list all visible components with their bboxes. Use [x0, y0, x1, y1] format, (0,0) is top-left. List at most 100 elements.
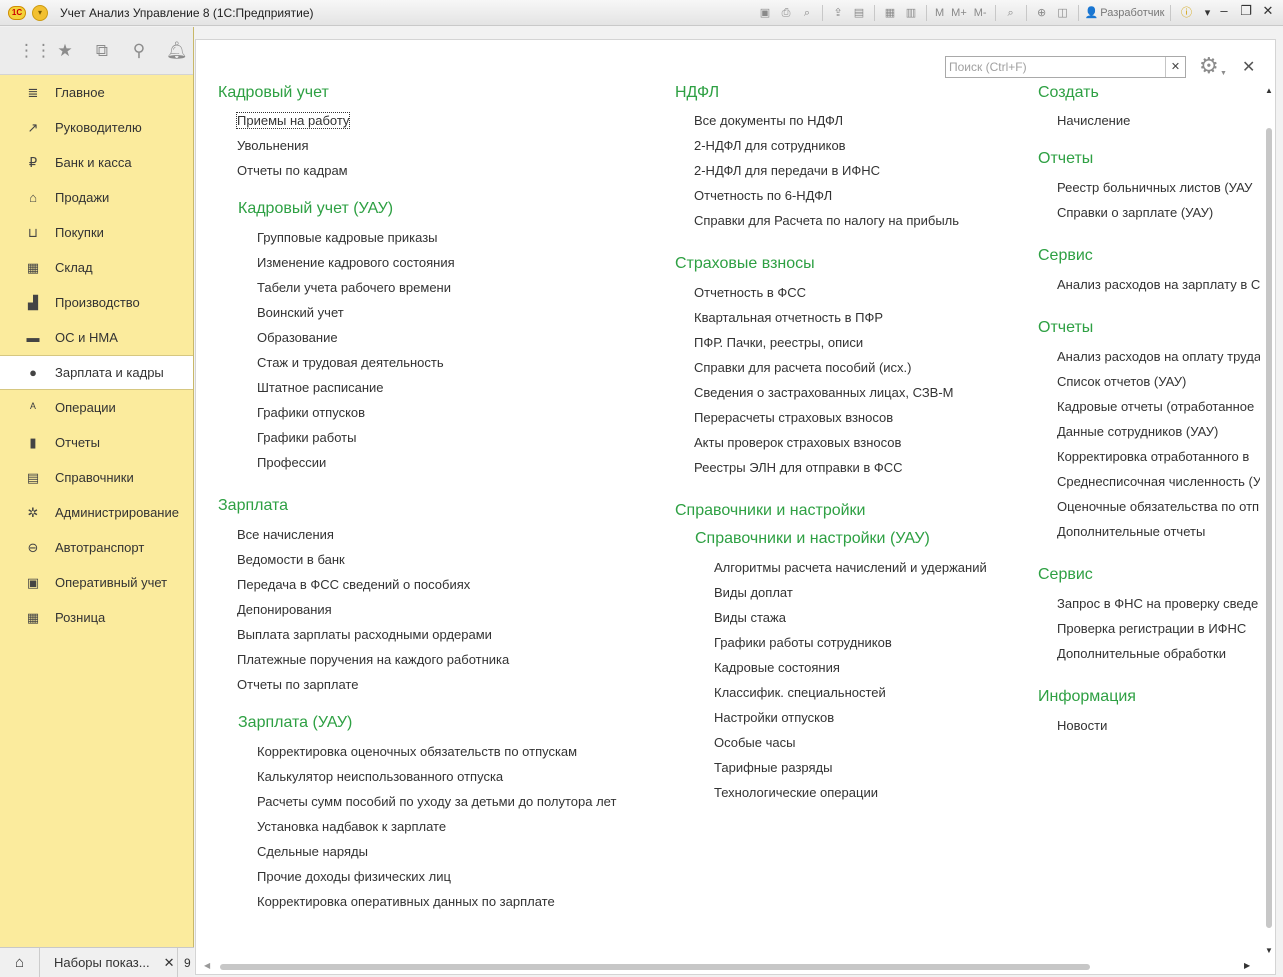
memory-minus-button[interactable]: M-	[972, 7, 989, 19]
save-icon[interactable]: ▣	[756, 4, 774, 21]
sidebar-item[interactable]: ⌂ Продажи	[0, 180, 193, 215]
sidebar-item[interactable]: ✲ Администрирование	[0, 495, 193, 530]
sidebar-item[interactable]: ↗ Руководителю	[0, 110, 193, 145]
command-link[interactable]: Данные сотрудников (УАУ)	[1057, 419, 1260, 444]
command-link[interactable]: 2-НДФЛ для передачи в ИФНС	[694, 158, 987, 183]
memory-button[interactable]: M	[933, 7, 946, 19]
command-link[interactable]: Виды доплат	[714, 580, 987, 605]
command-link[interactable]: Табели учета рабочего времени	[257, 275, 616, 300]
main-menu-button[interactable]: ▾	[32, 4, 48, 21]
search-input[interactable]	[946, 57, 1165, 77]
command-link[interactable]: Оценочные обязательства по отп	[1057, 494, 1260, 519]
close-icon[interactable]: ✕	[164, 955, 175, 971]
find-icon[interactable]: ⌕	[1002, 4, 1020, 21]
command-link[interactable]: Увольнения	[237, 133, 616, 158]
command-link[interactable]: Изменение кадрового состояния	[257, 250, 616, 275]
scroll-right-icon[interactable]: ▶	[1244, 961, 1250, 970]
sidebar-item[interactable]: ⊖ Автотранспорт	[0, 530, 193, 565]
close-icon[interactable]: ✕	[1242, 57, 1255, 77]
scroll-up-icon[interactable]: ▲	[1265, 86, 1273, 95]
command-link[interactable]: Групповые кадровые приказы	[257, 225, 616, 250]
clear-search-icon[interactable]: ✕	[1165, 57, 1185, 77]
sidebar-item[interactable]: ≣ Главное	[0, 75, 193, 110]
command-link[interactable]: Все документы по НДФЛ	[694, 108, 987, 133]
command-link[interactable]: Графики отпусков	[257, 400, 616, 425]
gear-icon[interactable]: ⚙	[1199, 53, 1219, 79]
upload-icon[interactable]: ⇪	[829, 4, 847, 21]
sidebar-item[interactable]: ▟ Производство	[0, 285, 193, 320]
scroll-down-icon[interactable]: ▼	[1265, 946, 1273, 955]
command-link[interactable]: Справки о зарплате (УАУ)	[1057, 200, 1260, 225]
command-link[interactable]: Платежные поручения на каждого работника	[237, 647, 616, 672]
command-link[interactable]: Приемы на работу	[235, 108, 616, 133]
sidebar-item[interactable]: ⊔ Покупки	[0, 215, 193, 250]
sidebar-item[interactable]: ᴬ Операции	[0, 390, 193, 425]
sidebar-item[interactable]: ▮ Отчеты	[0, 425, 193, 460]
preview-icon[interactable]: ⌕	[798, 4, 816, 21]
chevron-down-icon[interactable]: ▾	[1198, 4, 1216, 21]
command-link[interactable]: Новости	[1057, 713, 1260, 738]
command-link[interactable]: Отчетность по 6-НДФЛ	[694, 183, 987, 208]
command-link[interactable]: Корректировка оперативных данных по зарп…	[257, 889, 616, 914]
user-menu[interactable]: 👤 Разработчик	[1085, 6, 1165, 20]
command-link[interactable]: Образование	[257, 325, 616, 350]
command-link[interactable]: Тарифные разряды	[714, 755, 987, 780]
command-link[interactable]: Кадровые отчеты (отработанное	[1057, 394, 1260, 419]
command-link[interactable]: Штатное расписание	[257, 375, 616, 400]
command-link[interactable]: Проверка регистрации в ИФНС	[1057, 616, 1260, 641]
search-icon[interactable]: ⚲	[129, 41, 149, 61]
command-link[interactable]: Кадровые состояния	[714, 655, 987, 680]
command-link[interactable]: Анализ расходов на зарплату в С	[1057, 272, 1260, 297]
sidebar-item[interactable]: ▬ ОС и НМА	[0, 320, 193, 355]
horizontal-scrollbar[interactable]: ◀ ▶	[204, 961, 1254, 971]
favorites-star-icon[interactable]: ★	[55, 41, 75, 61]
home-icon[interactable]: ⌂	[0, 947, 40, 977]
chevron-down-icon[interactable]: ▼	[1220, 70, 1227, 77]
memory-plus-button[interactable]: M+	[949, 7, 969, 19]
command-link[interactable]: Список отчетов (УАУ)	[1057, 369, 1260, 394]
document-icon[interactable]: ▤	[850, 4, 868, 21]
open-window-tab[interactable]: Наборы показ... ✕	[40, 947, 178, 977]
command-link[interactable]: Акты проверок страховых взносов	[694, 430, 987, 455]
sidebar-item[interactable]: ₽ Банк и касса	[0, 145, 193, 180]
command-link[interactable]: Запрос в ФНС на проверку сведе	[1057, 591, 1260, 616]
horizontal-scroll-thumb[interactable]	[220, 964, 1090, 970]
command-link[interactable]: Анализ расходов на оплату труда	[1057, 344, 1260, 369]
sidebar-item[interactable]: ▤ Справочники	[0, 460, 193, 495]
command-link[interactable]: Среднесписочная численность (У	[1057, 469, 1260, 494]
print-icon[interactable]: ⎙	[777, 4, 795, 21]
scroll-left-icon[interactable]: ◀	[204, 961, 210, 970]
command-link[interactable]: Классифик. специальностей	[714, 680, 987, 705]
command-link[interactable]: Выплата зарплаты расходными ордерами	[237, 622, 616, 647]
info-icon[interactable]: ⓘ	[1177, 4, 1195, 21]
command-link[interactable]: Виды стажа	[714, 605, 987, 630]
command-link[interactable]: Передача в ФСС сведений о пособиях	[237, 572, 616, 597]
more-windows-indicator[interactable]: 9	[178, 956, 191, 970]
command-link[interactable]: Отчетность в ФСС	[694, 280, 987, 305]
command-link[interactable]: Реестры ЭЛН для отправки в ФСС	[694, 455, 987, 480]
command-link[interactable]: Технологические операции	[714, 780, 987, 805]
command-link[interactable]: Воинский учет	[257, 300, 616, 325]
command-link[interactable]: Квартальная отчетность в ПФР	[694, 305, 987, 330]
sidebar-item[interactable]: ▦ Склад	[0, 250, 193, 285]
command-link[interactable]: Отчеты по кадрам	[237, 158, 616, 183]
calendar-icon[interactable]: ▥	[902, 4, 920, 21]
command-link[interactable]: Алгоритмы расчета начислений и удержаний	[714, 555, 987, 580]
zoom-icon[interactable]: ⊕	[1033, 4, 1051, 21]
command-link[interactable]: Сдельные наряды	[257, 839, 616, 864]
panels-icon[interactable]: ◫	[1054, 4, 1072, 21]
apps-grid-icon[interactable]: ⋮⋮	[18, 41, 52, 61]
command-link[interactable]: Все начисления	[237, 522, 616, 547]
command-link[interactable]: Справки для расчета пособий (исх.)	[694, 355, 987, 380]
sidebar-item[interactable]: ● Зарплата и кадры	[0, 355, 193, 390]
command-link[interactable]: Корректировка оценочных обязательств по …	[257, 739, 616, 764]
command-link[interactable]: Калькулятор неиспользованного отпуска	[257, 764, 616, 789]
vertical-scroll-thumb[interactable]	[1266, 128, 1272, 928]
command-link[interactable]: Дополнительные обработки	[1057, 641, 1260, 666]
minimize-icon[interactable]: –	[1217, 3, 1231, 19]
vertical-scrollbar[interactable]: ▲ ▼	[1265, 86, 1274, 956]
command-link[interactable]: Отчеты по зарплате	[237, 672, 616, 697]
bell-icon[interactable]: 🔔︎	[166, 41, 188, 61]
command-link[interactable]: 2-НДФЛ для сотрудников	[694, 133, 987, 158]
command-link[interactable]: Справки для Расчета по налогу на прибыль	[694, 208, 987, 233]
